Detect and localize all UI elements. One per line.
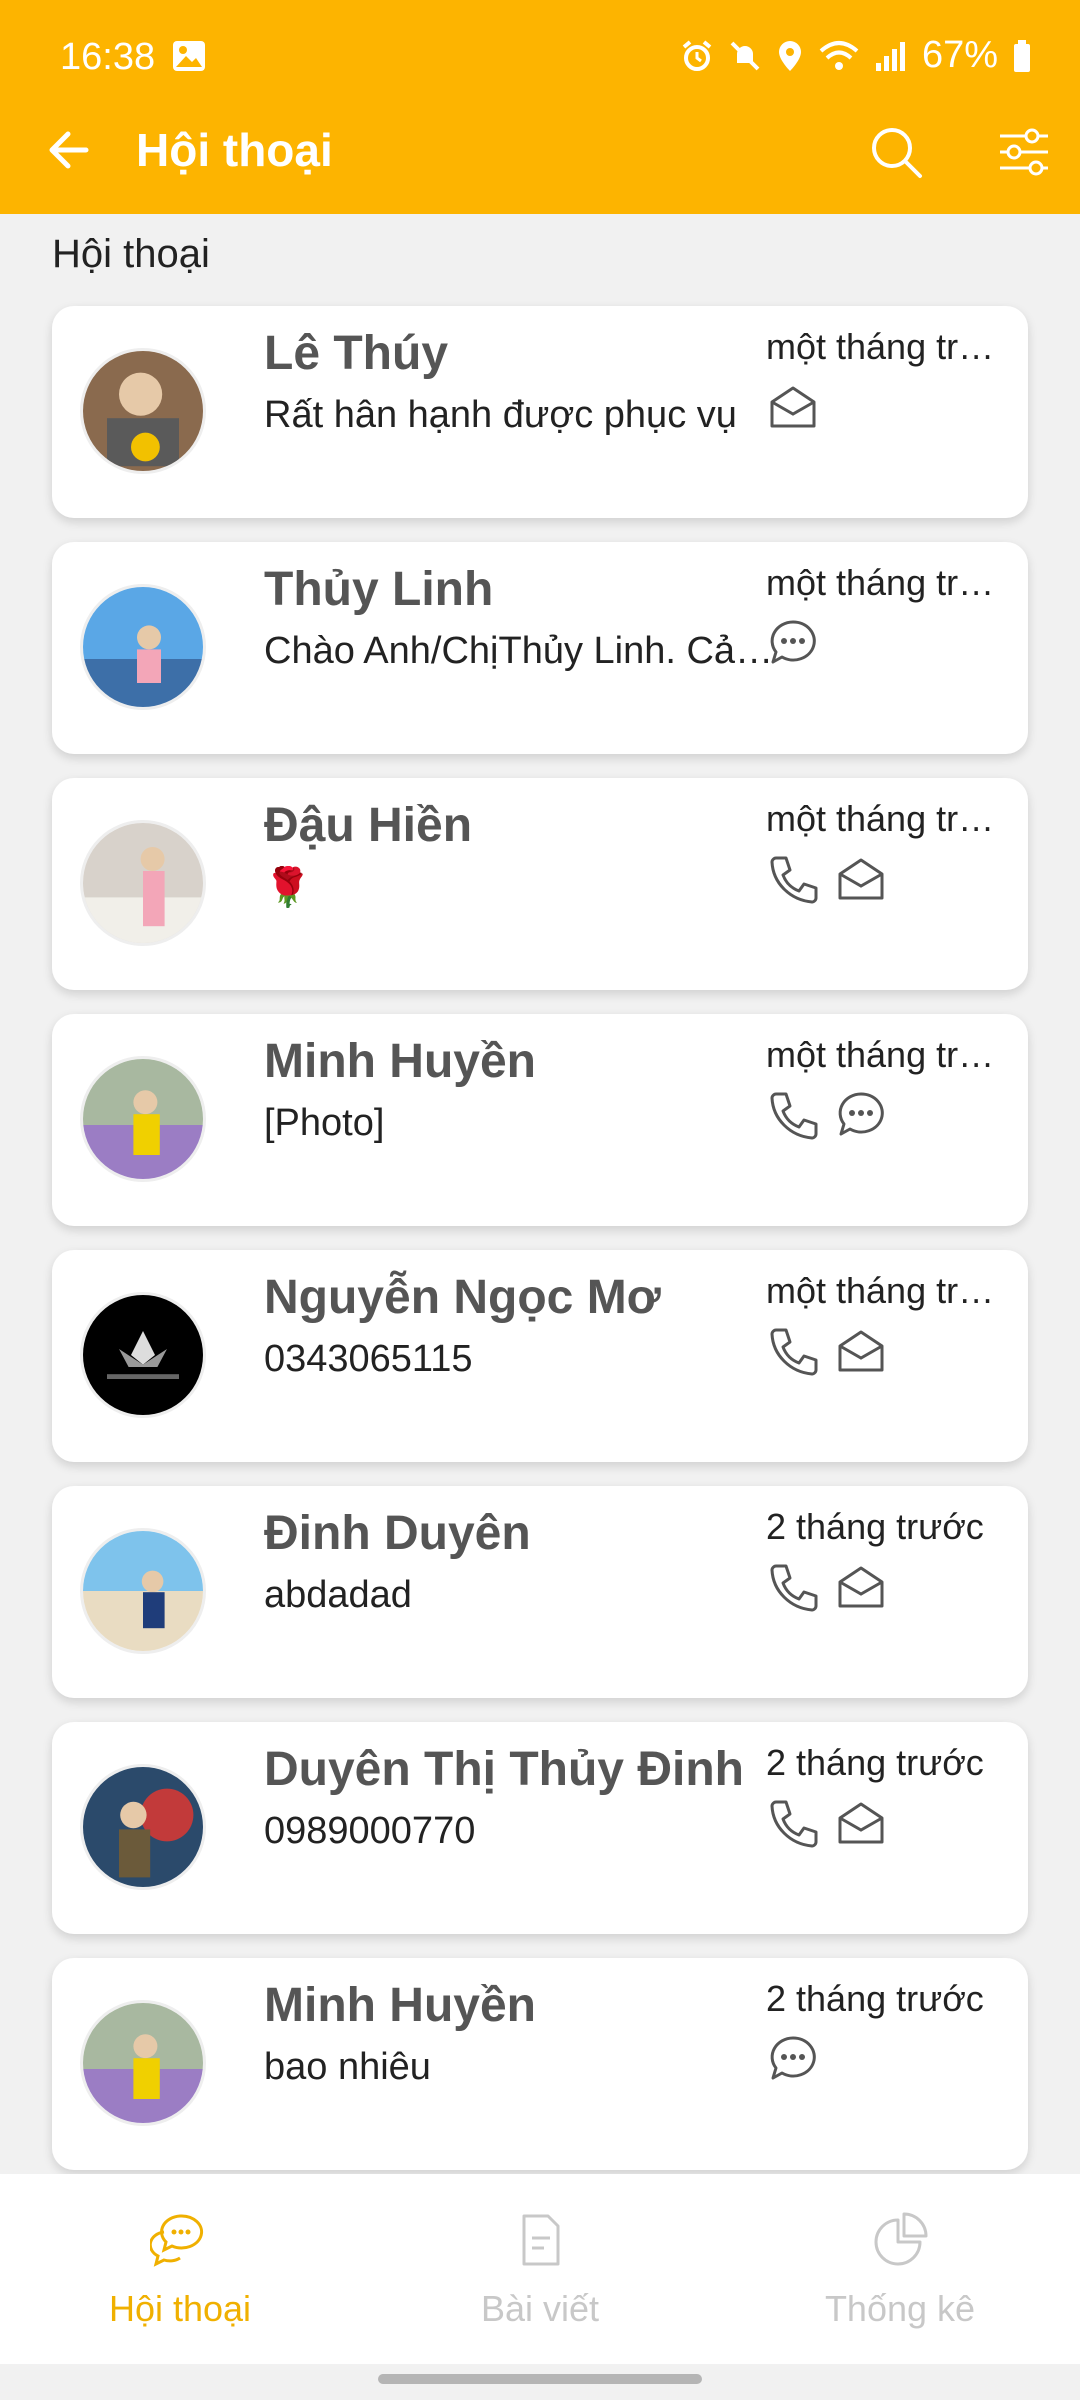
toolbar: Hội thoại: [0, 116, 1080, 214]
message-preview: 🌹: [264, 867, 312, 909]
message-time: một tháng trước: [766, 562, 1016, 603]
mail-icon: [838, 858, 884, 900]
channel-icons: [766, 1796, 888, 1850]
message-preview: abdadad: [264, 1574, 412, 1616]
conversation-item[interactable]: Đinh Duyên abdadad 2 tháng trước: [52, 1486, 1028, 1698]
channel-icons: [766, 1088, 888, 1142]
phone-icon: [770, 1328, 818, 1376]
phone-icon: [770, 1800, 818, 1848]
page-title: Hội thoại: [136, 124, 333, 176]
app-header: 16:38 67% Hội thoại: [0, 0, 1080, 214]
message-time: 2 tháng trước: [766, 1742, 984, 1783]
chat-icon: [770, 620, 816, 664]
channel-icons: [766, 1560, 888, 1614]
channel-icons: [766, 380, 820, 434]
alarm-icon: [682, 39, 712, 71]
conversation-item[interactable]: Minh Huyền [Photo] một tháng trước: [52, 1014, 1028, 1226]
tab-conversations[interactable]: Hội thoại: [0, 2174, 360, 2364]
channel-icons: [766, 1324, 888, 1378]
tab-label: Bài viết: [480, 2288, 600, 2329]
home-indicator: [378, 2374, 702, 2384]
pie-chart-icon: [874, 2212, 928, 2266]
avatar: [80, 584, 206, 710]
avatar: [80, 820, 206, 946]
conversation-item[interactable]: Lê Thúy Rất hân hạnh được phục vụ một th…: [52, 306, 1028, 518]
message-time: một tháng trước: [766, 1270, 1016, 1311]
status-bar: 16:38 67%: [0, 0, 1080, 116]
filter-sliders-icon[interactable]: [996, 124, 1052, 180]
section-label: Hội thoại: [52, 232, 210, 276]
chat-bubbles-icon: [150, 2214, 204, 2267]
document-icon: [522, 2214, 560, 2266]
message-preview: [Photo]: [264, 1102, 385, 1144]
phone-icon: [770, 1564, 818, 1612]
channel-icons: [766, 2032, 820, 2086]
phone-icon: [770, 1092, 818, 1140]
avatar: [80, 2000, 206, 2126]
search-icon[interactable]: [868, 124, 924, 180]
phone-icon: [770, 856, 818, 904]
mail-icon: [838, 1566, 884, 1608]
status-icons: 67%: [680, 34, 1032, 77]
chat-icon: [838, 1092, 884, 1136]
conversation-item[interactable]: Minh Huyền bao nhiêu 2 tháng trước: [52, 1958, 1028, 2170]
mute-icon: [730, 41, 760, 70]
message-time: một tháng trước: [766, 326, 1016, 367]
channel-icons: [766, 616, 820, 670]
avatar: [80, 1528, 206, 1654]
wifi-icon: [819, 40, 859, 70]
conversation-item[interactable]: Nguyễn Ngọc Mơ 0343065115 một tháng trướ…: [52, 1250, 1028, 1462]
contact-name: Minh Huyền: [264, 1035, 536, 1088]
message-preview: 0343065115: [264, 1338, 473, 1380]
contact-name: Đậu Hiền: [264, 799, 473, 852]
tab-label: Hội thoại: [108, 2288, 252, 2329]
battery-percent: 67%: [921, 34, 998, 76]
message-time: một tháng trước: [766, 798, 1016, 839]
mail-icon: [838, 1330, 884, 1372]
tab-posts[interactable]: Bài viết: [360, 2174, 720, 2364]
contact-name: Minh Huyền: [264, 1979, 536, 2032]
contact-name: Thủy Linh: [264, 563, 494, 616]
back-arrow-icon[interactable]: [46, 128, 90, 172]
tab-statistics[interactable]: Thống kê: [720, 2174, 1080, 2364]
contact-name: Lê Thúy: [264, 327, 449, 380]
message-time: 2 tháng trước: [766, 1978, 984, 2019]
message-time: một tháng trước: [766, 1034, 1016, 1075]
avatar: [80, 1764, 206, 1890]
avatar: [80, 348, 206, 474]
conversation-item[interactable]: Thủy Linh Chào Anh/ChịThủy Linh. Cảm ơn …: [52, 542, 1028, 754]
message-preview: Rất hân hạnh được phục vụ: [264, 394, 737, 436]
tab-label: Thống kê: [824, 2288, 976, 2329]
message-preview: bao nhiêu: [264, 2046, 431, 2088]
avatar: [80, 1292, 206, 1418]
message-preview: 0989000770: [264, 1810, 476, 1852]
contact-name: Đinh Duyên: [264, 1507, 531, 1560]
message-time: 2 tháng trước: [766, 1506, 984, 1547]
conversation-item[interactable]: Đậu Hiền 🌹 một tháng trước: [52, 778, 1028, 990]
message-preview: Chào Anh/ChịThủy Linh. Cảm ơn: [264, 630, 784, 672]
channel-icons: [766, 852, 888, 906]
battery-icon: [1014, 39, 1030, 72]
mail-icon: [770, 386, 816, 428]
chat-icon: [770, 2036, 816, 2080]
mail-icon: [838, 1802, 884, 1844]
image-notification-icon: [173, 41, 205, 71]
conversation-item[interactable]: Duyên Thị Thủy Đinh 0989000770 2 tháng t…: [52, 1722, 1028, 1934]
bottom-navigation: Hội thoại Bài viết Thống kê: [0, 2174, 1080, 2364]
location-icon: [778, 40, 801, 71]
avatar: [80, 1056, 206, 1182]
contact-name: Duyên Thị Thủy Đinh: [264, 1743, 744, 1796]
signal-icon: [875, 41, 905, 71]
status-time: 16:38: [60, 36, 156, 78]
contact-name: Nguyễn Ngọc Mơ: [264, 1271, 661, 1324]
